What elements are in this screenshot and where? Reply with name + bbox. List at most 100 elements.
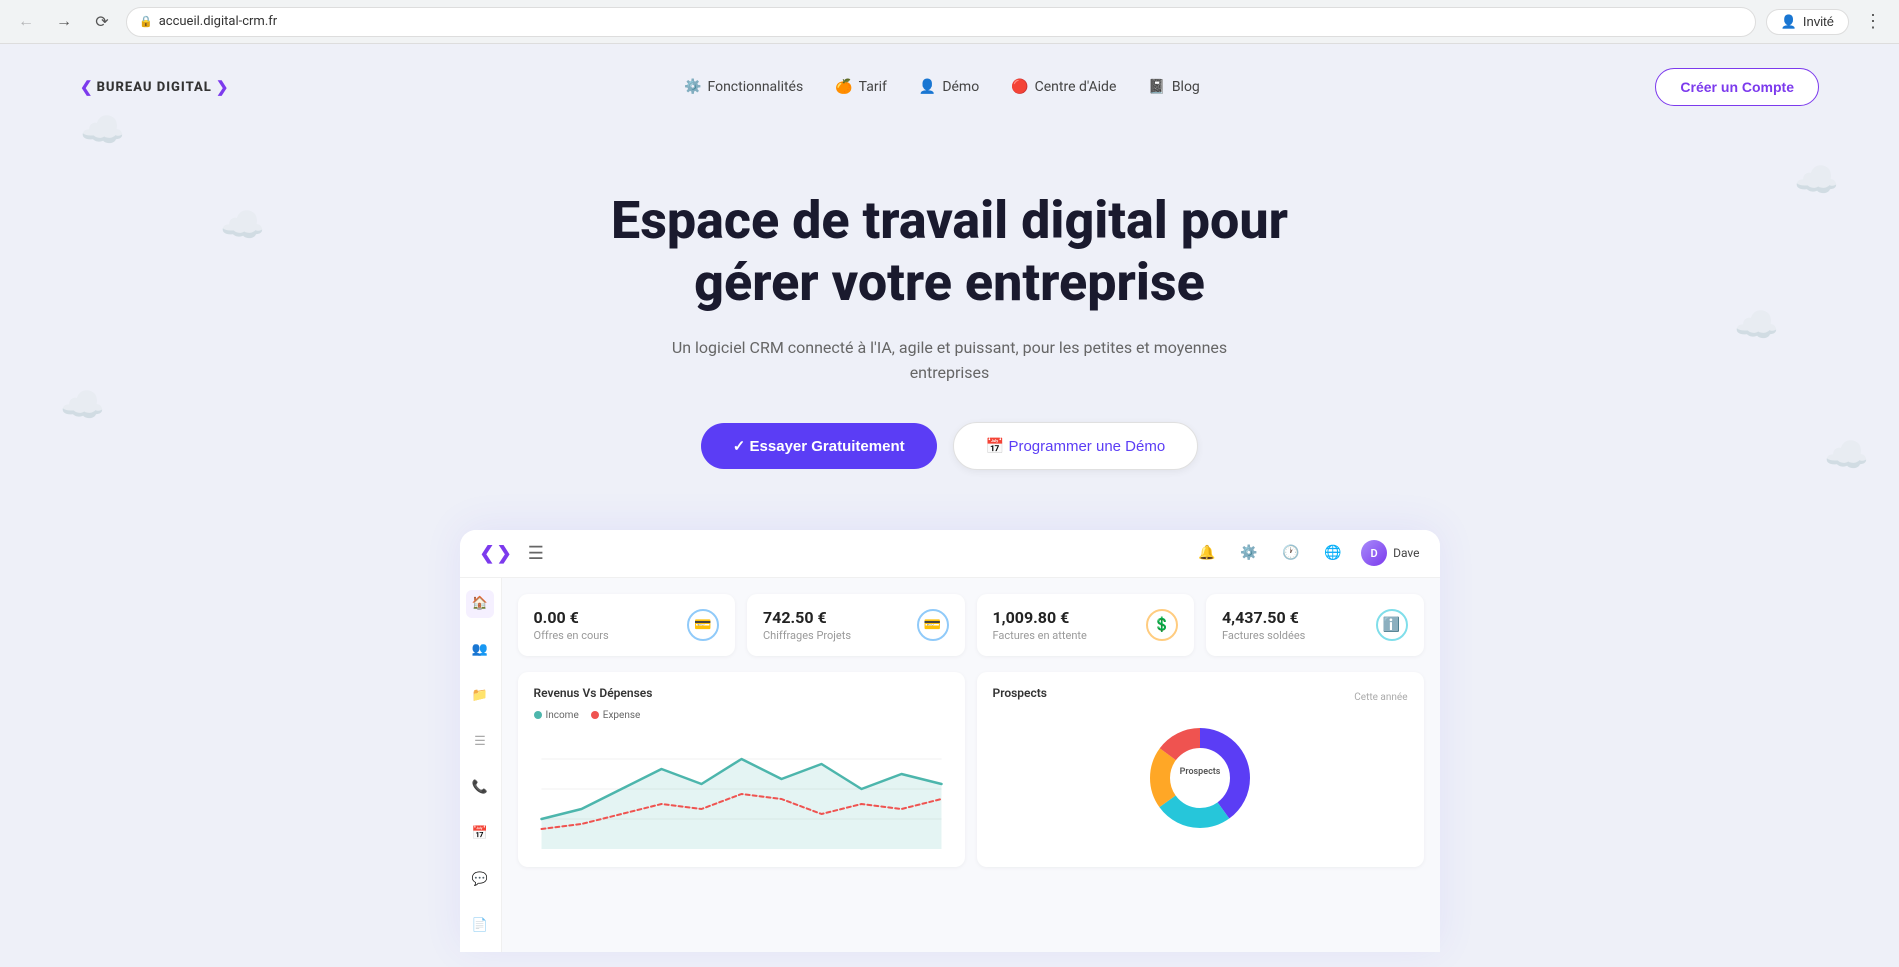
sidebar-phone[interactable]: 📞: [466, 774, 494, 802]
blog-label: Blog: [1172, 79, 1200, 95]
stat-offres-icon: 💳: [687, 609, 719, 641]
revenue-chart-title: Revenus Vs Dépenses: [534, 686, 949, 700]
stat-factures-soldees-info: 4,437.50 € Factures soldées: [1222, 608, 1305, 642]
main-nav: ❮ BUREAU DIGITAL ❯ ⚙️ Fonctionnalités 🍊 …: [0, 44, 1899, 130]
nav-fonctionnalites[interactable]: ⚙️ Fonctionnalités: [684, 79, 803, 95]
hero-title: Espace de travail digital pour gérer vot…: [600, 190, 1300, 315]
expense-dot: [591, 711, 599, 719]
tarif-icon: 🍊: [835, 79, 852, 95]
donut-chart: Prospects: [1140, 718, 1260, 838]
nav-links: ⚙️ Fonctionnalités 🍊 Tarif 👤 Démo 🔴 Cent…: [684, 79, 1200, 95]
back-button[interactable]: ←: [12, 8, 40, 36]
stat-chiffrages-info: 742.50 € Chiffrages Projets: [763, 608, 851, 642]
sidebar-home[interactable]: 🏠: [466, 590, 494, 618]
stat-factures-soldees-label: Factures soldées: [1222, 629, 1305, 642]
nav-blog[interactable]: 📓 Blog: [1148, 79, 1199, 95]
charts-row: Revenus Vs Dépenses Income Expense: [518, 672, 1424, 867]
sidebar-document[interactable]: 📄: [466, 912, 494, 940]
sidebar-calendar[interactable]: 📅: [466, 820, 494, 848]
settings-button[interactable]: ⚙️: [1235, 539, 1263, 567]
stat-factures-soldees-value: 4,437.50 €: [1222, 608, 1305, 627]
fonctionnalites-label: Fonctionnalités: [707, 79, 803, 95]
demo-label: Démo: [942, 79, 979, 95]
user-name: Dave: [1393, 546, 1419, 560]
logo-chevron-left: ❮: [80, 78, 93, 96]
hero-subtitle: Un logiciel CRM connecté à l'IA, agile e…: [660, 335, 1240, 386]
dash-logo-left: ❮: [480, 543, 495, 564]
nav-demo[interactable]: 👤 Démo: [919, 79, 979, 95]
stat-factures-attente: 1,009.80 € Factures en attente 💲: [977, 594, 1195, 656]
forward-button[interactable]: →: [50, 8, 78, 36]
sidebar-users[interactable]: 👥: [466, 636, 494, 664]
page-wrapper: ☁️ ☁️ ☁️ ☁️ ☁️ ☁️ ❮ BUREAU DIGITAL ❯ ⚙️ …: [0, 44, 1899, 967]
expense-legend: Expense: [591, 710, 641, 721]
nav-logo: ❮ BUREAU DIGITAL ❯: [80, 78, 228, 96]
stat-chiffrages-icon: 💳: [917, 609, 949, 641]
sidebar-folder[interactable]: 📁: [466, 682, 494, 710]
aide-label: Centre d'Aide: [1035, 79, 1117, 95]
stat-factures-attente-icon: 💲: [1146, 609, 1178, 641]
dashboard-header: ❮ ❯ ☰ 🔔 ⚙️ 🕐 🌐 D Dave: [460, 530, 1440, 578]
create-account-button[interactable]: Créer un Compte: [1655, 68, 1819, 106]
donut-area: Prospects: [993, 718, 1408, 838]
hero-section: Espace de travail digital pour gérer vot…: [0, 130, 1899, 510]
revenue-chart-legend: Income Expense: [534, 710, 949, 721]
stat-factures-soldees: 4,437.50 € Factures soldées ℹ️: [1206, 594, 1424, 656]
browser-menu-button[interactable]: ⋮: [1859, 8, 1887, 36]
invite-button[interactable]: 👤 Invité: [1766, 9, 1849, 35]
demo-icon: 👤: [919, 79, 936, 95]
sidebar-list[interactable]: ☰: [466, 728, 494, 756]
dashboard-preview: ❮ ❯ ☰ 🔔 ⚙️ 🕐 🌐 D Dave 🏠 👥: [460, 530, 1440, 952]
notification-button[interactable]: 🔔: [1193, 539, 1221, 567]
prospects-period: Cette année: [1354, 692, 1407, 703]
browser-chrome: ← → ⟳ 🔒 accueil.digital-crm.fr 👤 Invité …: [0, 0, 1899, 44]
tarif-label: Tarif: [859, 79, 887, 95]
blog-icon: 📓: [1148, 79, 1165, 95]
dashboard-sidebar: 🏠 👥 📁 ☰ 📞 📅 💬 📄: [460, 578, 502, 952]
stat-chiffrages-value: 742.50 €: [763, 608, 851, 627]
dash-header-left: ❮ ❯ ☰: [480, 543, 544, 564]
revenue-chart-card: Revenus Vs Dépenses Income Expense: [518, 672, 965, 867]
fonctionnalites-icon: ⚙️: [684, 79, 701, 95]
logo-chevron-right: ❯: [216, 78, 229, 96]
dashboard-main: 0.00 € Offres en cours 💳 742.50 € Chiffr…: [502, 578, 1440, 952]
try-free-button[interactable]: ✓ Essayer Gratuitement: [701, 423, 937, 469]
prospects-chart-header: Prospects Cette année: [993, 686, 1408, 710]
lock-icon: 🔒: [139, 15, 153, 28]
stat-offres: 0.00 € Offres en cours 💳: [518, 594, 736, 656]
stat-offres-info: 0.00 € Offres en cours: [534, 608, 609, 642]
dash-header-right: 🔔 ⚙️ 🕐 🌐 D Dave: [1193, 539, 1419, 567]
logo-text: BUREAU DIGITAL: [97, 80, 212, 95]
globe-button[interactable]: 🌐: [1319, 539, 1347, 567]
dash-logo-right: ❯: [497, 543, 512, 564]
revenue-line-chart: [534, 729, 949, 849]
schedule-demo-button[interactable]: 📅 Programmer une Démo: [953, 422, 1199, 470]
hamburger-icon[interactable]: ☰: [528, 543, 544, 564]
user-avatar: D: [1361, 540, 1387, 566]
stat-chiffrages-label: Chiffrages Projets: [763, 629, 851, 642]
income-label: Income: [546, 710, 579, 721]
hero-title-line1: Espace de travail digital pour: [611, 190, 1288, 251]
stat-factures-attente-info: 1,009.80 € Factures en attente: [993, 608, 1087, 642]
hero-title-line2: gérer votre entreprise: [694, 252, 1205, 313]
stat-offres-label: Offres en cours: [534, 629, 609, 642]
reload-button[interactable]: ⟳: [88, 8, 116, 36]
avatar-icon: 👤: [1781, 14, 1797, 30]
address-bar[interactable]: 🔒 accueil.digital-crm.fr: [126, 7, 1756, 37]
svg-text:Prospects: Prospects: [1180, 767, 1221, 777]
nav-tarif[interactable]: 🍊 Tarif: [835, 79, 887, 95]
expense-label: Expense: [603, 710, 641, 721]
sidebar-message[interactable]: 💬: [466, 866, 494, 894]
prospects-chart-card: Prospects Cette année: [977, 672, 1424, 867]
hero-buttons: ✓ Essayer Gratuitement 📅 Programmer une …: [20, 422, 1879, 470]
stat-chiffrages: 742.50 € Chiffrages Projets 💳: [747, 594, 965, 656]
clock-button[interactable]: 🕐: [1277, 539, 1305, 567]
dashboard-body: 🏠 👥 📁 ☰ 📞 📅 💬 📄 0.00 € Offres en cours: [460, 578, 1440, 952]
aide-icon: 🔴: [1011, 79, 1028, 95]
stats-row: 0.00 € Offres en cours 💳 742.50 € Chiffr…: [518, 594, 1424, 656]
user-area: D Dave: [1361, 540, 1419, 566]
stat-factures-attente-value: 1,009.80 €: [993, 608, 1087, 627]
nav-aide[interactable]: 🔴 Centre d'Aide: [1011, 79, 1116, 95]
stat-offres-value: 0.00 €: [534, 608, 609, 627]
income-legend: Income: [534, 710, 579, 721]
